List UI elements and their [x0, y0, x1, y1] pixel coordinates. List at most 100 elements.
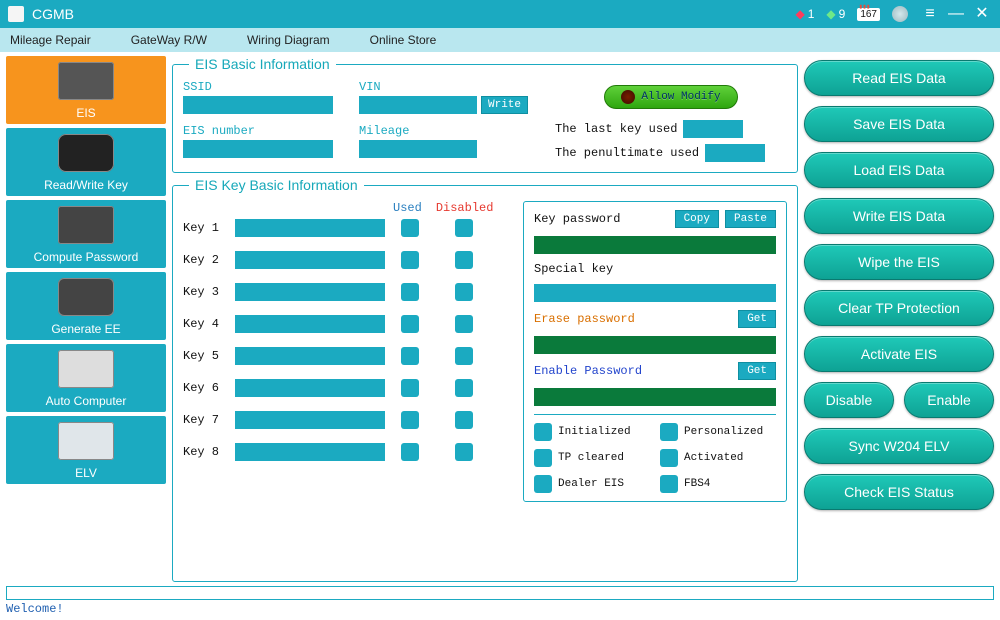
key1-disabled-check[interactable] [455, 219, 473, 237]
menu-icon[interactable]: ≡ [920, 6, 940, 22]
mileage-field[interactable] [359, 140, 477, 158]
minimize-button[interactable]: — [946, 6, 966, 22]
erase-password-field[interactable] [534, 336, 776, 354]
paste-button[interactable]: Paste [725, 210, 776, 228]
tp-cleared-check[interactable] [534, 449, 552, 467]
allow-modify-button[interactable]: Allow Modify [604, 85, 737, 109]
key2-disabled-check[interactable] [455, 251, 473, 269]
get-erase-button[interactable]: Get [738, 310, 776, 328]
key5-field[interactable] [235, 347, 385, 365]
special-key-field[interactable] [534, 284, 776, 302]
wipe-eis-button[interactable]: Wipe the EIS [804, 244, 994, 280]
key8-disabled-check[interactable] [455, 443, 473, 461]
disable-button[interactable]: Disable [804, 382, 894, 418]
app-logo-icon [8, 6, 24, 22]
menu-mileage-repair[interactable]: Mileage Repair [10, 33, 91, 47]
vin-field[interactable] [359, 96, 477, 114]
printer-icon [58, 278, 114, 316]
last-key-field [683, 120, 743, 138]
key3-used-check[interactable] [401, 283, 419, 301]
initialized-check[interactable] [534, 423, 552, 441]
key-row-2: Key 2 [183, 251, 513, 269]
enable-password-label: Enable Password [534, 364, 732, 378]
menu-wiring-diagram[interactable]: Wiring Diagram [247, 33, 330, 47]
sidebar-item-eis[interactable]: EIS [6, 56, 166, 124]
key3-disabled-check[interactable] [455, 283, 473, 301]
gem-green-icon: ◆ [826, 7, 835, 21]
key-row-1: Key 1 [183, 219, 513, 237]
action-column: Read EIS Data Save EIS Data Load EIS Dat… [804, 56, 994, 582]
key5-used-check[interactable] [401, 347, 419, 365]
key4-disabled-check[interactable] [455, 315, 473, 333]
penult-key-label: The penultimate used [555, 146, 699, 160]
get-enable-button[interactable]: Get [738, 362, 776, 380]
app-title: CGMB [32, 6, 74, 22]
key2-used-check[interactable] [401, 251, 419, 269]
last-key-label: The last key used [555, 122, 677, 136]
erase-password-label: Erase password [534, 312, 732, 326]
sync-elv-button[interactable]: Sync W204 ELV [804, 428, 994, 464]
eis-basic-legend: EIS Basic Information [189, 56, 336, 72]
eis-number-field[interactable] [183, 140, 333, 158]
save-eis-button[interactable]: Save EIS Data [804, 106, 994, 142]
copy-button[interactable]: Copy [675, 210, 719, 228]
key1-used-check[interactable] [401, 219, 419, 237]
ssid-field[interactable] [183, 96, 333, 114]
key-row-3: Key 3 [183, 283, 513, 301]
eis-basic-info-panel: EIS Basic Information SSID VIN Write All… [172, 56, 798, 173]
enable-password-field[interactable] [534, 388, 776, 406]
key-row-4: Key 4 [183, 315, 513, 333]
dealer-eis-check[interactable] [534, 475, 552, 493]
chip-icon [58, 206, 114, 244]
disabled-header: Disabled [436, 201, 494, 215]
load-eis-button[interactable]: Load EIS Data [804, 152, 994, 188]
sidebar-item-readwrite-key[interactable]: Read/Write Key [6, 128, 166, 196]
medal-icon [892, 6, 908, 22]
read-eis-button[interactable]: Read EIS Data [804, 60, 994, 96]
key7-used-check[interactable] [401, 411, 419, 429]
sidebar-item-generate-ee[interactable]: Generate EE [6, 272, 166, 340]
sidebar-item-compute-password[interactable]: Compute Password [6, 200, 166, 268]
key5-disabled-check[interactable] [455, 347, 473, 365]
key-icon [58, 134, 114, 172]
activate-eis-button[interactable]: Activate EIS [804, 336, 994, 372]
special-key-label: Special key [534, 262, 776, 276]
key6-used-check[interactable] [401, 379, 419, 397]
red-gem-badge: ◆1 [795, 7, 814, 21]
used-header: Used [393, 201, 422, 215]
center-column: EIS Basic Information SSID VIN Write All… [172, 56, 798, 582]
medal-badge [892, 6, 908, 22]
menu-online-store[interactable]: Online Store [370, 33, 437, 47]
key2-field[interactable] [235, 251, 385, 269]
close-button[interactable]: ✕ [972, 6, 992, 22]
sidebar: EIS Read/Write Key Compute Password Gene… [6, 56, 166, 582]
key3-field[interactable] [235, 283, 385, 301]
key7-disabled-check[interactable] [455, 411, 473, 429]
key6-disabled-check[interactable] [455, 379, 473, 397]
menu-gateway-rw[interactable]: GateWay R/W [131, 33, 207, 47]
key7-field[interactable] [235, 411, 385, 429]
key-row-5: Key 5 [183, 347, 513, 365]
check-status-button[interactable]: Check EIS Status [804, 474, 994, 510]
key4-used-check[interactable] [401, 315, 419, 333]
clear-tp-button[interactable]: Clear TP Protection [804, 290, 994, 326]
sidebar-item-auto-computer[interactable]: Auto Computer [6, 344, 166, 412]
activated-check[interactable] [660, 449, 678, 467]
key4-field[interactable] [235, 315, 385, 333]
key8-field[interactable] [235, 443, 385, 461]
eis-key-legend: EIS Key Basic Information [189, 177, 364, 193]
key6-field[interactable] [235, 379, 385, 397]
sidebar-item-elv[interactable]: ELV [6, 416, 166, 484]
write-eis-button[interactable]: Write EIS Data [804, 198, 994, 234]
status-text: Welcome! [6, 602, 994, 616]
key-password-field[interactable] [534, 236, 776, 254]
fbs4-check[interactable] [660, 475, 678, 493]
key1-field[interactable] [235, 219, 385, 237]
calendar-badge[interactable]: 167 [857, 8, 880, 21]
personalized-check[interactable] [660, 423, 678, 441]
enable-button[interactable]: Enable [904, 382, 994, 418]
toggle-dot-icon [621, 90, 635, 104]
progress-bar [6, 586, 994, 600]
write-vin-button[interactable]: Write [481, 96, 528, 114]
key8-used-check[interactable] [401, 443, 419, 461]
